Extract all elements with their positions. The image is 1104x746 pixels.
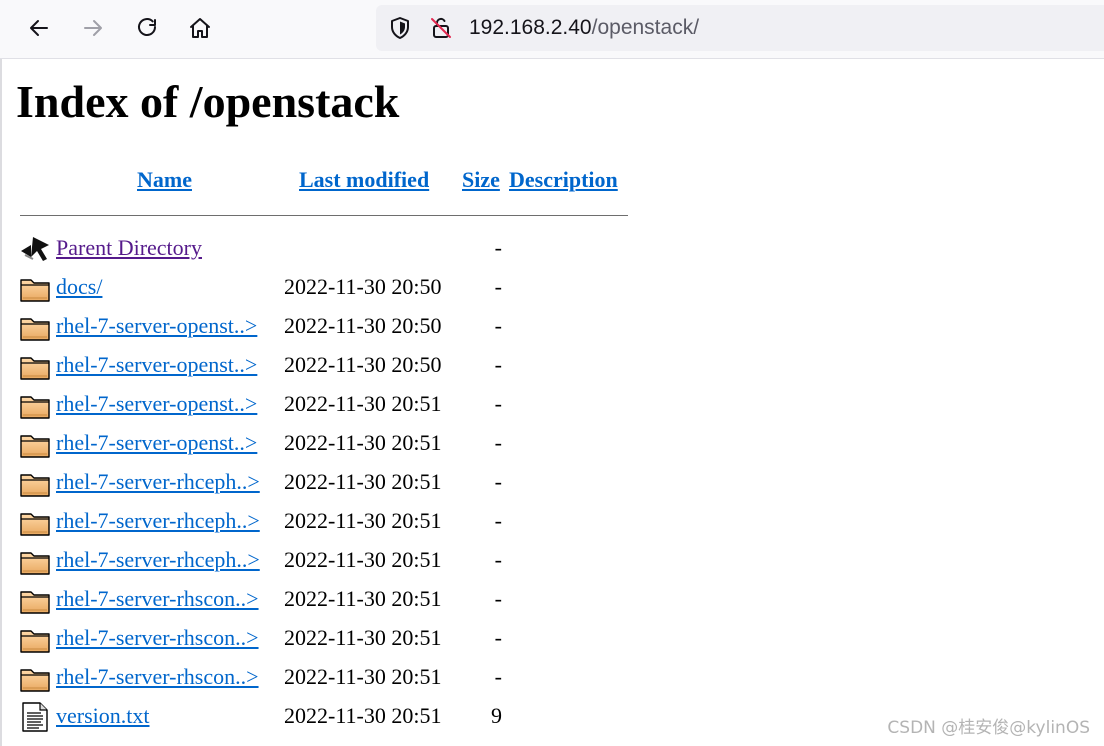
last-modified: 2022-11-30 20:50 <box>284 313 442 338</box>
folder-icon[interactable] <box>19 662 51 694</box>
header-last-modified-link[interactable]: Last modified <box>299 167 429 193</box>
file-link[interactable]: rhel-7-server-rhscon..> <box>56 625 259 651</box>
file-size: - <box>494 625 502 650</box>
url-bar[interactable]: 192.168.2.40/openstack/ <box>376 5 1104 51</box>
file-size: 9 <box>491 703 502 728</box>
reload-button[interactable] <box>130 11 164 45</box>
file-size: - <box>494 235 502 260</box>
header-name-link[interactable]: Name <box>137 167 192 193</box>
table-row: rhel-7-server-rhscon..> 2022-11-30 20:51 - <box>0 582 640 621</box>
parent-directory-row: Parent Directory - <box>0 231 640 270</box>
header-description-link[interactable]: Description <box>509 167 618 193</box>
table-row: rhel-7-server-openst..> 2022-11-30 20:50 - <box>0 348 640 387</box>
folder-icon[interactable] <box>19 623 51 655</box>
shield-icon[interactable] <box>388 16 412 40</box>
folder-icon[interactable] <box>19 389 51 421</box>
file-size: - <box>494 508 502 533</box>
back-button[interactable] <box>22 11 56 45</box>
file-size: - <box>494 274 502 299</box>
folder-icon[interactable] <box>19 272 51 304</box>
last-modified: 2022-11-30 20:51 <box>284 469 442 494</box>
page-content: Index of /openstack Name Last modified S… <box>0 59 1104 746</box>
last-modified: 2022-11-30 20:50 <box>284 352 442 377</box>
file-link[interactable]: rhel-7-server-rhceph..> <box>56 547 260 573</box>
last-modified: 2022-11-30 20:51 <box>284 508 442 533</box>
last-modified: 2022-11-30 20:51 <box>284 547 442 572</box>
file-link[interactable]: version.txt <box>56 703 150 729</box>
table-row: rhel-7-server-rhscon..> 2022-11-30 20:51 - <box>0 660 640 699</box>
folder-icon[interactable] <box>19 311 51 343</box>
page-title: Index of /openstack <box>16 76 400 127</box>
file-link[interactable]: rhel-7-server-rhceph..> <box>56 469 260 495</box>
table-row: rhel-7-server-rhceph..> 2022-11-30 20:51 - <box>0 504 640 543</box>
file-link[interactable]: rhel-7-server-openst..> <box>56 430 257 456</box>
file-link[interactable]: rhel-7-server-openst..> <box>56 391 257 417</box>
watermark: CSDN @桂安俊@kylinOS <box>887 718 1090 738</box>
table-row: rhel-7-server-openst..> 2022-11-30 20:50 - <box>0 309 640 348</box>
insecure-lock-icon[interactable] <box>429 16 453 40</box>
table-row: version.txt 2022-11-30 20:51 9 <box>0 699 640 738</box>
folder-icon[interactable] <box>19 428 51 460</box>
file-link[interactable]: rhel-7-server-rhscon..> <box>56 586 259 612</box>
file-link[interactable]: rhel-7-server-openst..> <box>56 352 257 378</box>
file-link[interactable]: rhel-7-server-rhscon..> <box>56 664 259 690</box>
last-modified: 2022-11-30 20:51 <box>284 391 442 416</box>
table-row: docs/2022-11-30 20:50 - <box>0 270 640 309</box>
file-size: - <box>494 352 502 377</box>
header-size-link[interactable]: Size <box>462 167 500 193</box>
table-row: rhel-7-server-openst..> 2022-11-30 20:51 - <box>0 426 640 465</box>
reload-icon <box>138 18 156 36</box>
last-modified: 2022-11-30 20:50 <box>284 274 442 299</box>
arrow-left-icon <box>30 20 48 36</box>
last-modified: 2022-11-30 20:51 <box>284 664 442 689</box>
file-size: - <box>494 586 502 611</box>
url-host: 192.168.2.40 <box>469 16 592 39</box>
file-size: - <box>494 469 502 494</box>
file-size: - <box>494 664 502 689</box>
last-modified: 2022-11-30 20:51 <box>284 430 442 455</box>
table-row: rhel-7-server-openst..> 2022-11-30 20:51 - <box>0 387 640 426</box>
last-modified: 2022-11-30 20:51 <box>284 703 442 728</box>
file-link[interactable]: rhel-7-server-openst..> <box>56 313 257 339</box>
header-divider <box>20 215 628 216</box>
parent-directory-link[interactable]: Parent Directory <box>56 235 202 261</box>
text-file-icon[interactable] <box>19 701 51 733</box>
url-path: /openstack/ <box>591 16 700 39</box>
home-button[interactable] <box>183 11 217 45</box>
folder-icon[interactable] <box>19 545 51 577</box>
table-row: rhel-7-server-rhscon..> 2022-11-30 20:51 - <box>0 621 640 660</box>
file-size: - <box>494 313 502 338</box>
folder-icon[interactable] <box>19 506 51 538</box>
arrow-right-icon <box>84 20 102 36</box>
last-modified: 2022-11-30 20:51 <box>284 625 442 650</box>
url-text[interactable]: 192.168.2.40/openstack/ <box>469 15 699 41</box>
file-link[interactable]: docs/ <box>56 274 102 300</box>
file-size: - <box>494 430 502 455</box>
file-size: - <box>494 391 502 416</box>
file-link[interactable]: rhel-7-server-rhceph..> <box>56 508 260 534</box>
table-row: rhel-7-server-rhceph..> 2022-11-30 20:51 - <box>0 543 640 582</box>
file-size: - <box>494 547 502 572</box>
forward-button[interactable] <box>76 11 110 45</box>
browser-toolbar: 192.168.2.40/openstack/ <box>0 0 1104 59</box>
table-row: rhel-7-server-rhceph..> 2022-11-30 20:51 - <box>0 465 640 504</box>
home-icon <box>190 18 210 38</box>
folder-icon[interactable] <box>19 584 51 616</box>
last-modified: 2022-11-30 20:51 <box>284 586 442 611</box>
back-icon[interactable] <box>19 233 51 265</box>
folder-icon[interactable] <box>19 350 51 382</box>
folder-icon[interactable] <box>19 467 51 499</box>
